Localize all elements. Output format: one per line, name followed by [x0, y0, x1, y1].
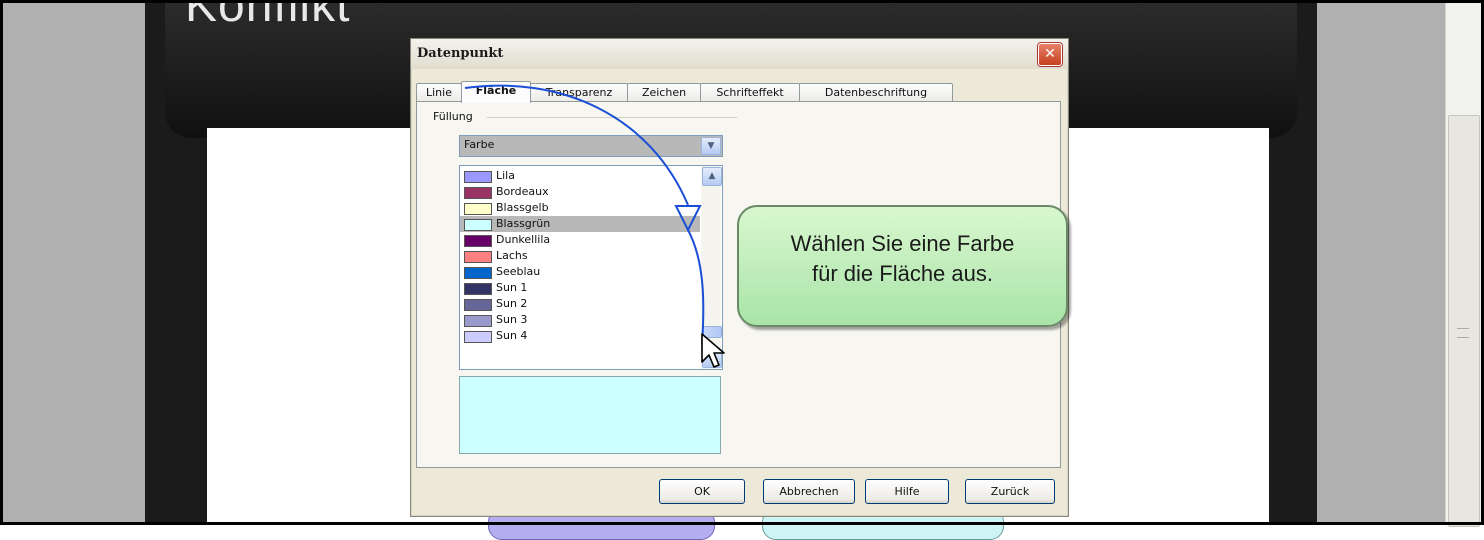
annotation-arrow — [464, 84, 705, 346]
mouse-cursor-icon — [701, 333, 725, 368]
